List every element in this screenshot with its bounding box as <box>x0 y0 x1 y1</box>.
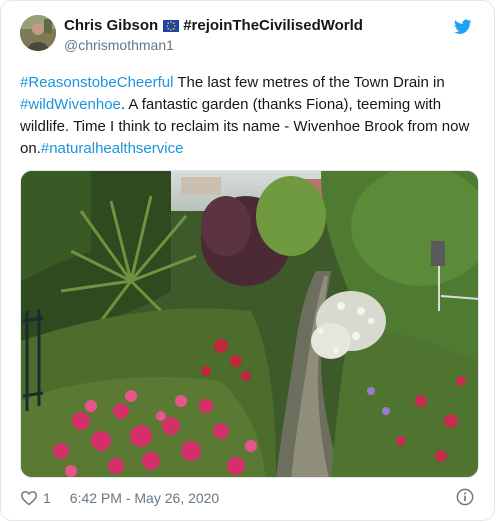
author-handle[interactable]: @chrismothman1 <box>64 36 363 54</box>
tweet-footer: 1 6:42 PM - May 26, 2020 <box>20 488 476 508</box>
author-name[interactable]: Chris Gibson <box>64 16 158 35</box>
like-count[interactable]: 1 <box>43 490 51 506</box>
eu-flag-icon <box>163 19 180 32</box>
hashtag-link[interactable]: #ReasonstobeCheerful <box>20 74 173 91</box>
heart-icon[interactable] <box>20 490 38 506</box>
info-icon[interactable] <box>456 488 474 506</box>
author-block: Chris Gibson #rejoinTheCivilisedWorld @c… <box>64 16 363 54</box>
tweet-text: #ReasonstobeCheerful The last few metres… <box>20 72 482 160</box>
display-name[interactable]: Chris Gibson #rejoinTheCivilisedWorld <box>64 16 363 35</box>
tweet-timestamp[interactable]: 6:42 PM - May 26, 2020 <box>70 490 219 506</box>
avatar[interactable] <box>20 15 56 51</box>
hashtag-link[interactable]: #naturalhealthservice <box>41 140 184 157</box>
tweet-text-segment: The last few metres of the Town Drain in <box>173 74 445 91</box>
tweet-header: Chris Gibson #rejoinTheCivilisedWorld @c… <box>20 15 476 57</box>
tweet-card: Chris Gibson #rejoinTheCivilisedWorld @c… <box>0 0 495 521</box>
hashtag-link[interactable]: #wildWivenhoe <box>20 96 121 113</box>
author-name-suffix[interactable]: #rejoinTheCivilisedWorld <box>183 16 363 35</box>
twitter-bird-icon[interactable] <box>454 19 472 35</box>
garden-stream-photo[interactable] <box>20 170 479 478</box>
